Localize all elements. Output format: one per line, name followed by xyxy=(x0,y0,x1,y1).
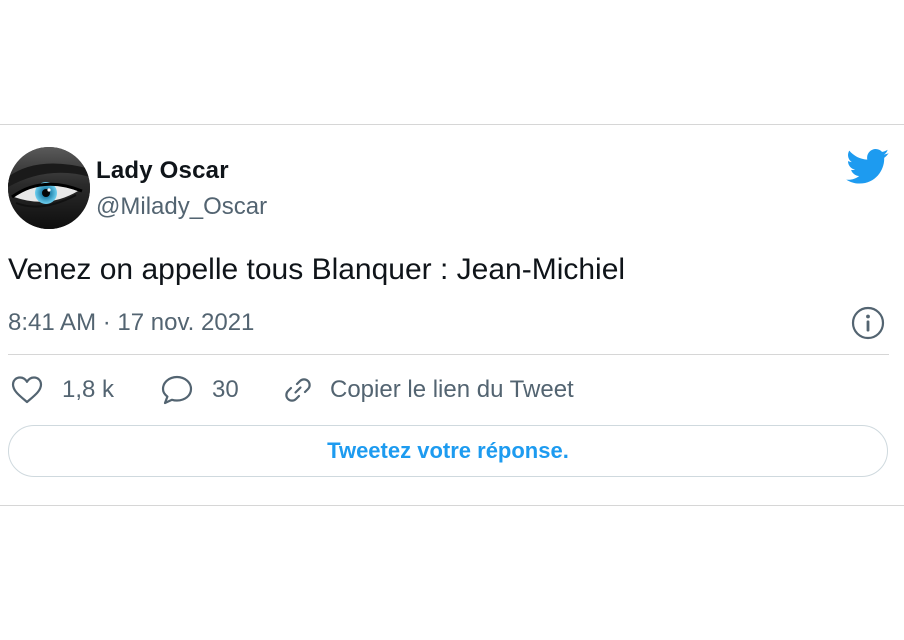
speech-bubble-icon xyxy=(161,375,193,405)
twitter-bird-icon[interactable] xyxy=(846,149,890,185)
copy-link-button[interactable]: Copier le lien du Tweet xyxy=(282,370,574,410)
tweet-timestamp[interactable]: 8:41 AM · 17 nov. 2021 xyxy=(8,309,254,337)
author-name[interactable]: Lady Oscar xyxy=(96,157,229,185)
info-icon[interactable] xyxy=(851,306,885,340)
like-count: 1,8 k xyxy=(62,376,115,403)
tweet-text: Venez on appelle tous Blanquer : Jean-Mi… xyxy=(8,253,626,286)
divider xyxy=(8,354,889,355)
heart-icon xyxy=(11,376,43,404)
action-bar: 1,8 k 30 Copier le lien du Tweet xyxy=(8,370,888,410)
like-button[interactable]: 1,8 k xyxy=(10,370,114,410)
avatar[interactable] xyxy=(8,147,90,229)
copy-link-label: Copier le lien du Tweet xyxy=(330,376,574,403)
tweet-card: Lady Oscar @Milady_Oscar Venez on appell… xyxy=(0,124,904,506)
reply-count: 30 xyxy=(212,376,239,403)
author-handle[interactable]: @Milady_Oscar xyxy=(96,193,267,221)
link-icon xyxy=(285,378,311,402)
reply-button[interactable]: 30 xyxy=(160,370,239,410)
reply-cta-button[interactable]: Tweetez votre réponse. xyxy=(8,425,888,477)
